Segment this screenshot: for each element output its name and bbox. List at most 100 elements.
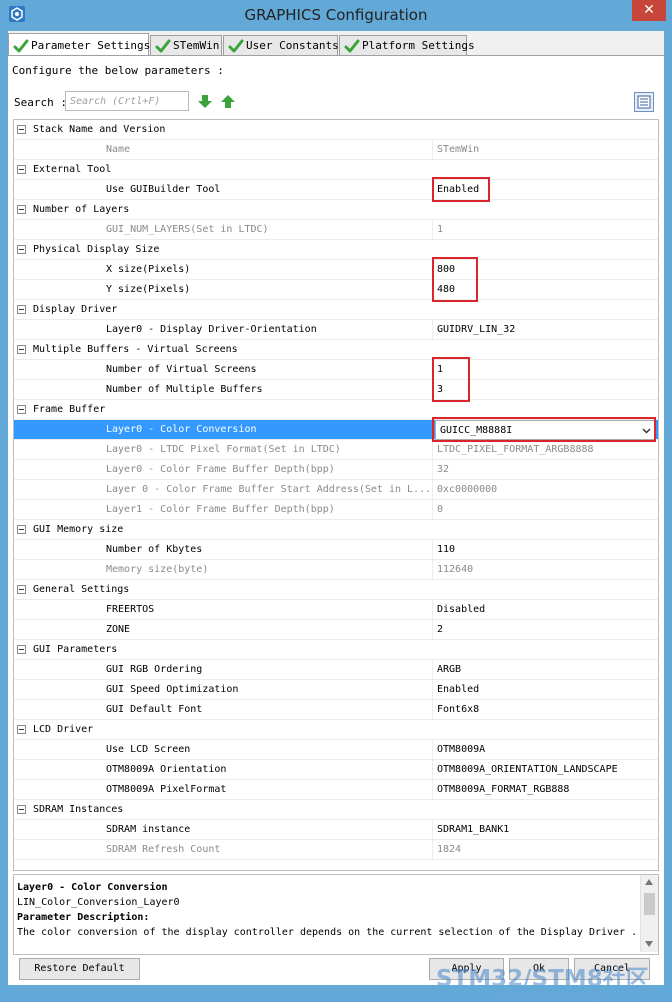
parameter-label: ZONE xyxy=(106,624,131,635)
scroll-up-icon[interactable] xyxy=(645,879,653,885)
parameter-value[interactable]: Enabled xyxy=(437,180,479,199)
column-divider xyxy=(432,700,433,720)
parameter-value[interactable]: Disabled xyxy=(437,600,485,619)
parameter-row[interactable]: Y size(Pixels) 480 xyxy=(14,280,658,300)
parameter-value[interactable]: 1 xyxy=(437,360,443,379)
parameter-row[interactable]: GUI Speed Optimization Enabled xyxy=(14,680,658,700)
list-view-button[interactable] xyxy=(634,92,654,112)
group-label: Display Driver xyxy=(33,304,118,315)
parameter-row[interactable]: GUI Default Font Font6x8 xyxy=(14,700,658,720)
search-input[interactable] xyxy=(65,91,189,111)
parameter-value[interactable]: OTM8009A_ORIENTATION_LANDSCAPE xyxy=(437,760,618,779)
group-row[interactable]: External Tool xyxy=(14,160,658,180)
window-title: GRAPHICS Configuration xyxy=(244,6,428,24)
parameter-row[interactable]: Layer0 - Display Driver-Orientation GUIDR… xyxy=(14,320,658,340)
parameter-row[interactable]: Name STemWin xyxy=(14,140,658,160)
tab-stemwin[interactable]: STemWin xyxy=(150,35,222,55)
parameter-row[interactable]: OTM8009A Orientation OTM8009A_ORIENTATION… xyxy=(14,760,658,780)
parameter-row[interactable]: Memory size(byte) 112640 xyxy=(14,560,658,580)
parameter-label: Y size(Pixels) xyxy=(106,284,191,295)
parameter-row[interactable]: ZONE 2 xyxy=(14,620,658,640)
collapse-icon[interactable] xyxy=(17,165,26,174)
parameter-row[interactable]: Number of Kbytes 110 xyxy=(14,540,658,560)
parameter-value[interactable]: OTM8009A_FORMAT_RGB888 xyxy=(437,780,569,799)
group-row[interactable]: Number of Layers xyxy=(14,200,658,220)
parameter-label: Name xyxy=(106,144,131,155)
chevron-down-icon[interactable] xyxy=(642,426,651,435)
group-row[interactable]: SDRAM Instances xyxy=(14,800,658,820)
parameter-row[interactable]: Layer 0 - Color Frame Buffer Start Addre… xyxy=(14,480,658,500)
group-row[interactable]: Stack Name and Version xyxy=(14,120,658,140)
parameter-row[interactable]: X size(Pixels) 800 xyxy=(14,260,658,280)
collapse-icon[interactable] xyxy=(17,725,26,734)
parameter-value[interactable]: 110 xyxy=(437,540,455,559)
parameter-value[interactable]: GUIDRV_LIN_32 xyxy=(437,320,515,339)
apply-button[interactable]: Apply xyxy=(429,958,504,980)
parameter-value[interactable]: SDRAM1_BANK1 xyxy=(437,820,509,839)
column-divider xyxy=(432,320,433,340)
parameter-value[interactable]: Enabled xyxy=(437,680,479,699)
collapse-icon[interactable] xyxy=(17,585,26,594)
collapse-icon[interactable] xyxy=(17,645,26,654)
parameter-row[interactable]: SDRAM instance SDRAM1_BANK1 xyxy=(14,820,658,840)
tab-platform-settings[interactable]: Platform Settings xyxy=(339,35,475,55)
color-conversion-select[interactable]: GUICC_M8888I xyxy=(435,420,656,440)
cancel-button[interactable]: Cancel xyxy=(574,958,650,980)
collapse-icon[interactable] xyxy=(17,245,26,254)
parameter-row[interactable]: Layer0 - Color Conversion GUICC_M8888I xyxy=(14,420,658,440)
column-divider xyxy=(432,620,433,640)
parameter-value[interactable]: 3 xyxy=(437,380,443,399)
parameter-row[interactable]: FREERTOS Disabled xyxy=(14,600,658,620)
parameter-row[interactable]: Number of Multiple Buffers 3 xyxy=(14,380,658,400)
group-label: GUI Parameters xyxy=(33,644,118,655)
parameter-row[interactable]: Layer0 - Color Frame Buffer Depth(bpp) 32 xyxy=(14,460,658,480)
arrow-down-icon[interactable] xyxy=(198,95,212,108)
group-label: LCD Driver xyxy=(33,724,94,735)
parameter-row[interactable]: GUI RGB Ordering ARGB xyxy=(14,660,658,680)
parameter-row[interactable]: GUI_NUM_LAYERS(Set in LTDC) 1 xyxy=(14,220,658,240)
tab-parameter-settings[interactable]: Parameter Settings xyxy=(8,33,150,57)
parameter-value[interactable]: ARGB xyxy=(437,660,461,679)
column-divider xyxy=(432,460,433,480)
parameter-row[interactable]: Use GUIBuilder Tool Enabled xyxy=(14,180,658,200)
collapse-icon[interactable] xyxy=(17,805,26,814)
collapse-icon[interactable] xyxy=(17,345,26,354)
parameter-value[interactable]: OTM8009A xyxy=(437,740,485,759)
group-row[interactable]: Frame Buffer xyxy=(14,400,658,420)
group-row[interactable]: General Settings xyxy=(14,580,658,600)
parameter-row[interactable]: SDRAM Refresh Count 1824 xyxy=(14,840,658,860)
collapse-icon[interactable] xyxy=(17,125,26,134)
collapse-icon[interactable] xyxy=(17,305,26,314)
ok-button[interactable]: Ok xyxy=(509,958,569,980)
parameter-label: Layer0 - LTDC Pixel Format(Set in LTDC) xyxy=(106,444,341,455)
tab-user-constants[interactable]: User Constants xyxy=(223,35,339,55)
scroll-down-icon[interactable] xyxy=(645,941,653,947)
parameter-row[interactable]: Layer1 - Color Frame Buffer Depth(bpp) 0 xyxy=(14,500,658,520)
arrow-up-icon[interactable] xyxy=(221,95,235,108)
parameter-value[interactable]: Font6x8 xyxy=(437,700,479,719)
column-divider xyxy=(432,360,433,380)
title-bar[interactable]: GRAPHICS Configuration ✕ xyxy=(0,0,672,30)
group-label: External Tool xyxy=(33,164,112,175)
group-row[interactable]: GUI Memory size xyxy=(14,520,658,540)
restore-default-button[interactable]: Restore Default xyxy=(19,958,140,980)
scroll-thumb[interactable] xyxy=(644,893,655,915)
parameter-value[interactable]: 480 xyxy=(437,280,455,299)
parameter-value[interactable]: 2 xyxy=(437,620,443,639)
description-scrollbar[interactable] xyxy=(640,875,658,952)
group-row[interactable]: LCD Driver xyxy=(14,720,658,740)
group-row[interactable]: Physical Display Size xyxy=(14,240,658,260)
parameter-row[interactable]: Layer0 - LTDC Pixel Format(Set in LTDC) L… xyxy=(14,440,658,460)
group-row[interactable]: Display Driver xyxy=(14,300,658,320)
parameter-value[interactable]: 800 xyxy=(437,260,455,279)
collapse-icon[interactable] xyxy=(17,405,26,414)
parameter-row[interactable]: OTM8009A PixelFormat OTM8009A_FORMAT_RGB8… xyxy=(14,780,658,800)
parameter-value: 0 xyxy=(437,504,444,515)
collapse-icon[interactable] xyxy=(17,205,26,214)
parameter-row[interactable]: Number of Virtual Screens 1 xyxy=(14,360,658,380)
group-row[interactable]: GUI Parameters xyxy=(14,640,658,660)
group-row[interactable]: Multiple Buffers - Virtual Screens xyxy=(14,340,658,360)
collapse-icon[interactable] xyxy=(17,525,26,534)
close-button[interactable]: ✕ xyxy=(632,0,666,21)
parameter-row[interactable]: Use LCD Screen OTM8009A xyxy=(14,740,658,760)
